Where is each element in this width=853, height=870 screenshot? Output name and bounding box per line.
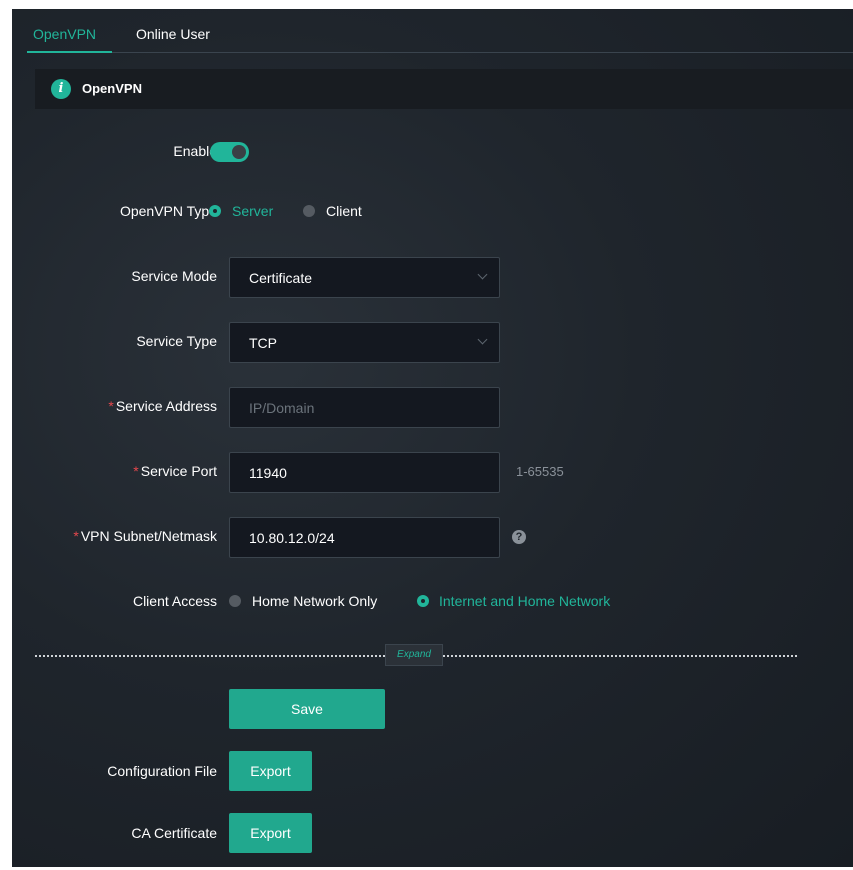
required-mark: * (108, 398, 114, 414)
expand-button[interactable]: Expand (385, 644, 443, 666)
option-home-network-only[interactable]: Home Network Only (252, 593, 377, 609)
radio-client[interactable] (303, 205, 315, 217)
chevron-down-icon (477, 334, 488, 345)
tab-bar: OpenVPN Online User (12, 9, 853, 53)
radio-internet-and-home[interactable] (417, 595, 429, 607)
service-address-text: Service Address (115, 398, 217, 414)
active-tab-indicator (27, 51, 112, 53)
radio-home-network-only[interactable] (229, 595, 241, 607)
config-file-label: Configuration File (107, 763, 217, 779)
required-mark: * (73, 528, 79, 544)
section-title: OpenVPN (82, 81, 142, 96)
radio-server[interactable] (209, 205, 221, 217)
option-client[interactable]: Client (326, 203, 362, 219)
service-type-select[interactable]: TCP (229, 322, 500, 363)
service-address-placeholder: IP/Domain (249, 400, 315, 416)
service-mode-label: Service Mode (131, 268, 217, 284)
client-access-label: Client Access (132, 593, 217, 609)
service-type-value: TCP (249, 335, 277, 351)
service-mode-value: Certificate (249, 270, 313, 286)
enable-toggle[interactable] (210, 142, 249, 162)
openvpn-type-label: OpenVPN Type (119, 203, 217, 219)
tab-divider (27, 52, 853, 53)
config-export-button[interactable]: Export (229, 751, 312, 791)
help-icon[interactable]: ? (512, 530, 526, 544)
vpn-subnet-label: * VPN Subnet/Netmask (73, 528, 217, 544)
service-port-text: Service Port (140, 463, 217, 479)
service-type-label: Service Type (136, 333, 217, 349)
section-header: i OpenVPN (35, 69, 853, 109)
ca-certificate-label: CA Certificate (131, 825, 217, 841)
service-mode-select[interactable]: Certificate (229, 257, 500, 298)
openvpn-panel: OpenVPN Online User i OpenVPN Enable Ope… (12, 9, 853, 867)
option-internet-and-home[interactable]: Internet and Home Network (439, 593, 610, 609)
vpn-subnet-value: 10.80.12.0/24 (249, 530, 335, 546)
info-icon: i (51, 79, 71, 99)
option-server[interactable]: Server (232, 203, 273, 219)
ca-export-button[interactable]: Export (229, 813, 312, 853)
service-port-value: 11940 (249, 465, 287, 481)
toggle-knob (232, 145, 246, 159)
service-address-label: * Service Address (108, 398, 217, 414)
service-port-label: * Service Port (133, 463, 217, 479)
save-button[interactable]: Save (229, 689, 385, 729)
service-port-input[interactable]: 11940 (229, 452, 500, 493)
tab-online-user[interactable]: Online User (136, 26, 210, 42)
tab-openvpn[interactable]: OpenVPN (33, 26, 96, 42)
required-mark: * (133, 463, 139, 479)
chevron-down-icon (477, 269, 488, 280)
vpn-subnet-text: VPN Subnet/Netmask (80, 528, 217, 544)
vpn-subnet-input[interactable]: 10.80.12.0/24 (229, 517, 500, 558)
service-address-input[interactable]: IP/Domain (229, 387, 500, 428)
service-port-hint: 1-65535 (516, 464, 564, 479)
